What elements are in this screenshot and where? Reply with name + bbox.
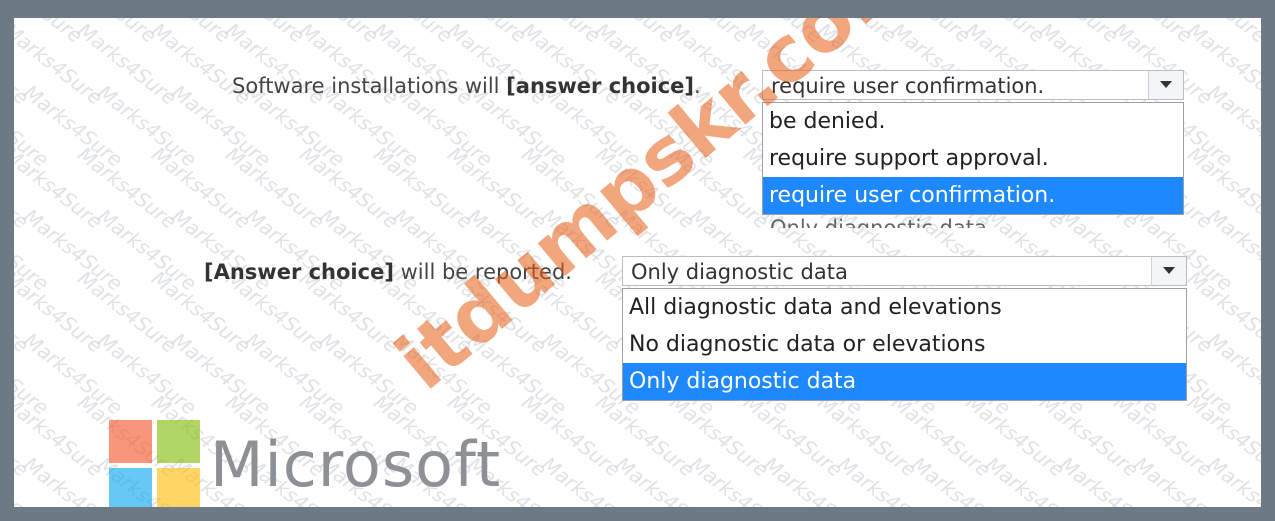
microsoft-logo-icon xyxy=(109,420,201,507)
watermark-tile: Marks4Sure xyxy=(241,328,350,420)
microsoft-wordmark: Microsoft xyxy=(210,428,502,501)
question1-option[interactable]: be denied. xyxy=(763,103,1183,140)
watermark-tile: Marks4Sure xyxy=(1035,390,1144,482)
watermark-tile: Marks4Sure xyxy=(1129,452,1238,507)
watermark-tile: Marks4Sure xyxy=(443,142,552,234)
watermark-tile: Marks4Sure xyxy=(315,328,424,420)
watermark-tile: Marks4Sure xyxy=(93,80,202,172)
watermark-tile: Marks4Sure xyxy=(558,18,679,48)
watermark-tile: Marks4Sure xyxy=(14,204,54,296)
partially-hidden-text: Only diagnostic data xyxy=(770,216,987,228)
watermark-tile: Marks4Sure xyxy=(147,142,256,234)
watermark-tile: Marks4Sure xyxy=(14,452,54,507)
question1-dropdown: be denied. require support approval. req… xyxy=(762,102,1184,215)
watermark-tile: Marks4Sure xyxy=(295,142,404,234)
watermark-tile: Marks4Sure xyxy=(410,18,531,48)
watermark-tile: Marks4Sure xyxy=(1109,390,1218,482)
question2-dropdown: All diagnostic data and elevations No di… xyxy=(622,288,1187,401)
watermark-tile: Marks4Sure xyxy=(188,18,309,48)
question-panel: Marks4Sure Marks4Sure Marks4Sure Marks4Sure… xyxy=(14,18,1261,507)
watermark-tile: Marks4Sure xyxy=(1203,328,1261,420)
watermark-tile: Marks4Sure xyxy=(167,328,276,420)
watermark-tile: Marks4Sure xyxy=(1257,266,1261,358)
watermark-tile: Marks4Sure xyxy=(14,18,108,110)
logo-square-green xyxy=(157,420,200,463)
watermark-tile: Marks4Sure xyxy=(961,390,1070,482)
question2-option[interactable]: Only diagnostic data xyxy=(623,363,1186,400)
watermark-tile: Marks4Sure xyxy=(73,142,182,234)
watermark-tile: Marks4Sure xyxy=(73,266,182,358)
watermark-tile: Marks4Sure xyxy=(537,328,646,420)
watermark-tile: Marks4Sure xyxy=(73,18,182,110)
watermark-tile: Marks4Sure xyxy=(1257,390,1261,482)
question2-option[interactable]: All diagnostic data and elevations xyxy=(623,289,1186,326)
watermark-tile: Marks4Sure xyxy=(1203,80,1261,172)
watermark-tile: Marks4Sure xyxy=(1203,204,1261,296)
watermark-tile: Marks4Sure xyxy=(813,390,922,482)
watermark-tile: Marks4Sure xyxy=(981,452,1090,507)
question1-label-prefix: Software installations will xyxy=(232,74,507,98)
watermark-tile: Marks4Sure xyxy=(1183,390,1261,482)
question2-label-bold: [Answer choice] xyxy=(204,260,394,284)
chevron-down-icon[interactable] xyxy=(1151,257,1186,285)
watermark-tile: Marks4Sure xyxy=(369,142,478,234)
watermark-tile: Marks4Sure xyxy=(14,390,108,482)
watermark-tile: Marks4Sure xyxy=(19,452,128,507)
watermark-tile: Marks4Sure xyxy=(262,18,383,48)
watermark-tile: Marks4Sure xyxy=(484,18,605,48)
watermark-tile: Marks4Sure xyxy=(14,142,108,234)
watermark-tile: Marks4Sure xyxy=(537,452,646,507)
watermark-tile: Marks4Sure xyxy=(632,18,753,48)
watermark-tile: Marks4Sure xyxy=(167,80,276,172)
chevron-down-icon[interactable] xyxy=(1148,71,1183,99)
watermark-tile: Marks4Sure xyxy=(1150,18,1261,48)
question2-select[interactable]: Only diagnostic data xyxy=(622,256,1187,286)
logo-square-blue xyxy=(109,468,152,507)
watermark-tile: Marks4Sure xyxy=(40,18,161,48)
watermark-tile: Marks4Sure xyxy=(114,18,235,48)
watermark-tile: Marks4Sure xyxy=(19,328,128,420)
watermark-tile: Marks4Sure xyxy=(739,390,848,482)
watermark-tile: Marks4Sure xyxy=(887,390,996,482)
watermark-tile: Marks4Sure xyxy=(611,452,720,507)
watermark-tile: Marks4Sure xyxy=(19,204,128,296)
watermark-tile: Marks4Sure xyxy=(907,452,1016,507)
question1-label: Software installations will [answer choi… xyxy=(232,74,701,98)
logo-square-red xyxy=(109,420,152,463)
logo-square-yellow xyxy=(157,468,200,507)
question1-label-bold: [answer choice] xyxy=(506,74,695,98)
watermark-tile: Marks4Sure xyxy=(1002,18,1123,48)
watermark-tile: Marks4Sure xyxy=(1257,142,1261,234)
question2-option[interactable]: No diagnostic data or elevations xyxy=(623,326,1186,363)
watermark-tile: Marks4Sure xyxy=(147,18,256,110)
watermark-tile: Marks4Sure xyxy=(1257,18,1261,110)
watermark-tile: Marks4Sure xyxy=(928,18,1049,48)
watermark-tile: Marks4Sure xyxy=(591,390,700,482)
watermark-tile: Marks4Sure xyxy=(759,452,868,507)
question1-option[interactable]: require user confirmation. xyxy=(763,177,1183,214)
question1-option[interactable]: require support approval. xyxy=(763,140,1183,177)
question2-select-value: Only diagnostic data xyxy=(631,260,848,284)
watermark-tile: Marks4Sure xyxy=(93,328,202,420)
watermark-tile: Marks4Sure xyxy=(1076,18,1197,48)
watermark-tile: Marks4Sure xyxy=(665,390,774,482)
watermark-tile: Marks4Sure xyxy=(14,328,54,420)
watermark-tile: Marks4Sure xyxy=(93,204,202,296)
watermark-tile: Marks4Sure xyxy=(336,18,457,48)
watermark-tile: Marks4Sure xyxy=(1055,452,1164,507)
watermark-tile: Marks4Sure xyxy=(517,390,626,482)
watermark-tile: Marks4Sure xyxy=(221,142,330,234)
watermark-tile: Marks4Sure xyxy=(14,18,87,48)
watermark-tile: Marks4Sure xyxy=(19,80,128,172)
watermark-tile: Marks4Sure xyxy=(1203,452,1261,507)
watermark-tile: Marks4Sure xyxy=(833,452,942,507)
watermark-tile: Marks4Sure xyxy=(14,80,54,172)
watermark-tile: Marks4Sure xyxy=(685,452,794,507)
watermark-tile: Marks4Sure xyxy=(1224,18,1261,48)
watermark-tile: Marks4Sure xyxy=(14,266,108,358)
